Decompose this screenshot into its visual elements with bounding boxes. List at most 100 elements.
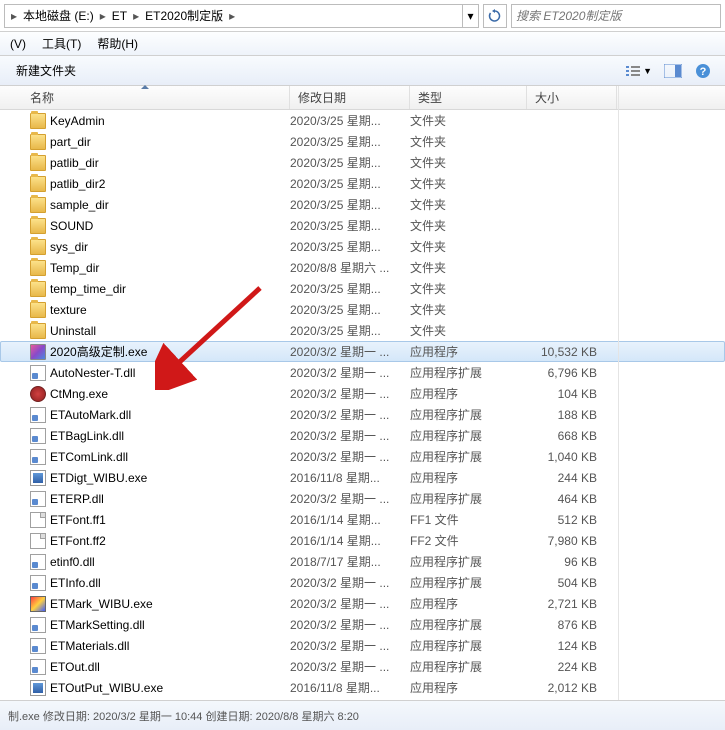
file-row[interactable]: ETDigt_WIBU.exe2016/11/8 星期...应用程序244 KB	[0, 467, 725, 488]
file-row[interactable]: ETAutoMark.dll2020/3/2 星期一 ...应用程序扩展188 …	[0, 404, 725, 425]
file-row[interactable]: ETMaterials.dll2020/3/2 星期一 ...应用程序扩展124…	[0, 635, 725, 656]
column-date[interactable]: 修改日期	[290, 86, 410, 109]
file-name: Uninstall	[50, 324, 96, 338]
file-name: sample_dir	[50, 198, 109, 212]
file-row[interactable]: sample_dir2020/3/25 星期...文件夹	[0, 194, 725, 215]
file-name: KeyAdmin	[50, 114, 105, 128]
file-date: 2020/3/25 星期...	[290, 217, 410, 234]
dll-icon	[30, 659, 46, 675]
column-name-label: 名称	[30, 89, 54, 106]
chevron-right-icon[interactable]: ▸	[227, 9, 237, 23]
refresh-button[interactable]	[483, 4, 507, 28]
pane-divider[interactable]	[618, 86, 619, 700]
file-row[interactable]: CtMng.exe2020/3/2 星期一 ...应用程序104 KB	[0, 383, 725, 404]
column-size[interactable]: 大小	[527, 86, 617, 109]
list-view-icon	[625, 64, 641, 78]
file-row[interactable]: patlib_dir2020/3/25 星期...文件夹	[0, 152, 725, 173]
file-type: 文件夹	[410, 280, 527, 297]
breadcrumb[interactable]: ▸ 本地磁盘 (E:) ▸ ET ▸ ET2020制定版 ▸ ▾	[4, 4, 479, 28]
file-row[interactable]: ETFont.ff12016/1/14 星期...FF1 文件512 KB	[0, 509, 725, 530]
file-row[interactable]: temp_time_dir2020/3/25 星期...文件夹	[0, 278, 725, 299]
file-name: ETOutPut_WIBU.exe	[50, 681, 163, 695]
help-button[interactable]: ?	[689, 59, 717, 83]
file-name: ETOut.dll	[50, 660, 100, 674]
file-row[interactable]: ETOut.dll2020/3/2 星期一 ...应用程序扩展224 KB	[0, 656, 725, 677]
file-size: 1,040 KB	[527, 450, 607, 464]
preview-pane-button[interactable]	[659, 59, 687, 83]
file-row[interactable]: etinf0.dll2018/7/17 星期...应用程序扩展96 KB	[0, 551, 725, 572]
file-name: 2020高级定制.exe	[50, 343, 147, 360]
file-row[interactable]: ETMarkSetting.dll2020/3/2 星期一 ...应用程序扩展8…	[0, 614, 725, 635]
file-row[interactable]: ETERP.dll2020/3/2 星期一 ...应用程序扩展464 KB	[0, 488, 725, 509]
file-date: 2020/3/2 星期一 ...	[290, 574, 410, 591]
column-name[interactable]: 名称	[0, 86, 290, 109]
file-date: 2020/3/25 星期...	[290, 301, 410, 318]
file-name: etinf0.dll	[50, 555, 95, 569]
crumb-et[interactable]: ET	[108, 5, 131, 27]
file-row[interactable]: KeyAdmin2020/3/25 星期...文件夹	[0, 110, 725, 131]
dll-icon	[30, 617, 46, 633]
file-name: AutoNester-T.dll	[50, 366, 135, 380]
folder-icon	[30, 302, 46, 318]
toolbar: 新建文件夹 ▼ ?	[0, 56, 725, 86]
menu-help[interactable]: 帮助(H)	[91, 33, 144, 54]
folder-icon	[30, 260, 46, 276]
file-row[interactable]: ETInfo.dll2020/3/2 星期一 ...应用程序扩展504 KB	[0, 572, 725, 593]
file-row[interactable]: 2020高级定制.exe2020/3/2 星期一 ...应用程序10,532 K…	[0, 341, 725, 362]
help-icon: ?	[695, 63, 711, 79]
file-name: ETFont.ff1	[50, 513, 106, 527]
file-date: 2020/3/25 星期...	[290, 154, 410, 171]
chevron-right-icon[interactable]: ▸	[9, 9, 19, 23]
crumb-drive[interactable]: 本地磁盘 (E:)	[19, 5, 98, 27]
chevron-right-icon[interactable]: ▸	[98, 9, 108, 23]
file-row[interactable]: ETComLink.dll2020/3/2 星期一 ...应用程序扩展1,040…	[0, 446, 725, 467]
file-row[interactable]: part_dir2020/3/25 星期...文件夹	[0, 131, 725, 152]
file-date: 2016/1/14 星期...	[290, 532, 410, 549]
search-input[interactable]	[516, 9, 716, 23]
file-type: 文件夹	[410, 259, 527, 276]
file-date: 2020/3/25 星期...	[290, 280, 410, 297]
chevron-right-icon[interactable]: ▸	[131, 9, 141, 23]
file-row[interactable]: patlib_dir22020/3/25 星期...文件夹	[0, 173, 725, 194]
menu-tools[interactable]: 工具(T)	[36, 33, 87, 54]
search-box[interactable]	[511, 4, 721, 28]
view-mode-button[interactable]: ▼	[620, 61, 657, 81]
chevron-down-icon: ▼	[643, 66, 652, 76]
file-row[interactable]: SOUND2020/3/25 星期...文件夹	[0, 215, 725, 236]
file-name: ETMarkSetting.dll	[50, 618, 145, 632]
dll-icon	[30, 365, 46, 381]
file-row[interactable]: ETFont.ff22016/1/14 星期...FF2 文件7,980 KB	[0, 530, 725, 551]
file-row[interactable]: ETMark_WIBU.exe2020/3/2 星期一 ...应用程序2,721…	[0, 593, 725, 614]
file-type: 应用程序	[410, 385, 527, 402]
file-type: FF1 文件	[410, 511, 527, 528]
file-size: 124 KB	[527, 639, 607, 653]
file-type: 文件夹	[410, 217, 527, 234]
file-row[interactable]: sys_dir2020/3/25 星期...文件夹	[0, 236, 725, 257]
file-date: 2020/3/2 星期一 ...	[290, 343, 410, 360]
crumb-folder[interactable]: ET2020制定版	[141, 5, 227, 27]
new-folder-button[interactable]: 新建文件夹	[8, 58, 84, 83]
file-date: 2020/3/25 星期...	[290, 112, 410, 129]
refresh-icon	[488, 9, 502, 23]
file-size: 512 KB	[527, 513, 607, 527]
file-size: 7,980 KB	[527, 534, 607, 548]
file-size: 6,796 KB	[527, 366, 607, 380]
file-size: 876 KB	[527, 618, 607, 632]
file-row[interactable]: texture2020/3/25 星期...文件夹	[0, 299, 725, 320]
file-type: 文件夹	[410, 322, 527, 339]
file-row[interactable]: Uninstall2020/3/25 星期...文件夹	[0, 320, 725, 341]
file-list[interactable]: KeyAdmin2020/3/25 星期...文件夹part_dir2020/3…	[0, 110, 725, 698]
file-row[interactable]: Temp_dir2020/8/8 星期六 ...文件夹	[0, 257, 725, 278]
column-type[interactable]: 类型	[410, 86, 527, 109]
history-dropdown[interactable]: ▾	[462, 5, 478, 27]
file-date: 2020/3/25 星期...	[290, 238, 410, 255]
menu-view[interactable]: (V)	[4, 35, 32, 53]
file-row[interactable]: AutoNester-T.dll2020/3/2 星期一 ...应用程序扩展6,…	[0, 362, 725, 383]
file-row[interactable]: ETBagLink.dll2020/3/2 星期一 ...应用程序扩展668 K…	[0, 425, 725, 446]
dll-icon	[30, 554, 46, 570]
file-size: 2,721 KB	[527, 597, 607, 611]
file-row[interactable]: ETOutPut_WIBU.exe2016/11/8 星期...应用程序2,01…	[0, 677, 725, 698]
file-type: 应用程序	[410, 469, 527, 486]
file-name: sys_dir	[50, 240, 88, 254]
status-text: 制.exe 修改日期: 2020/3/2 星期一 10:44 创建日期: 202…	[8, 708, 359, 724]
